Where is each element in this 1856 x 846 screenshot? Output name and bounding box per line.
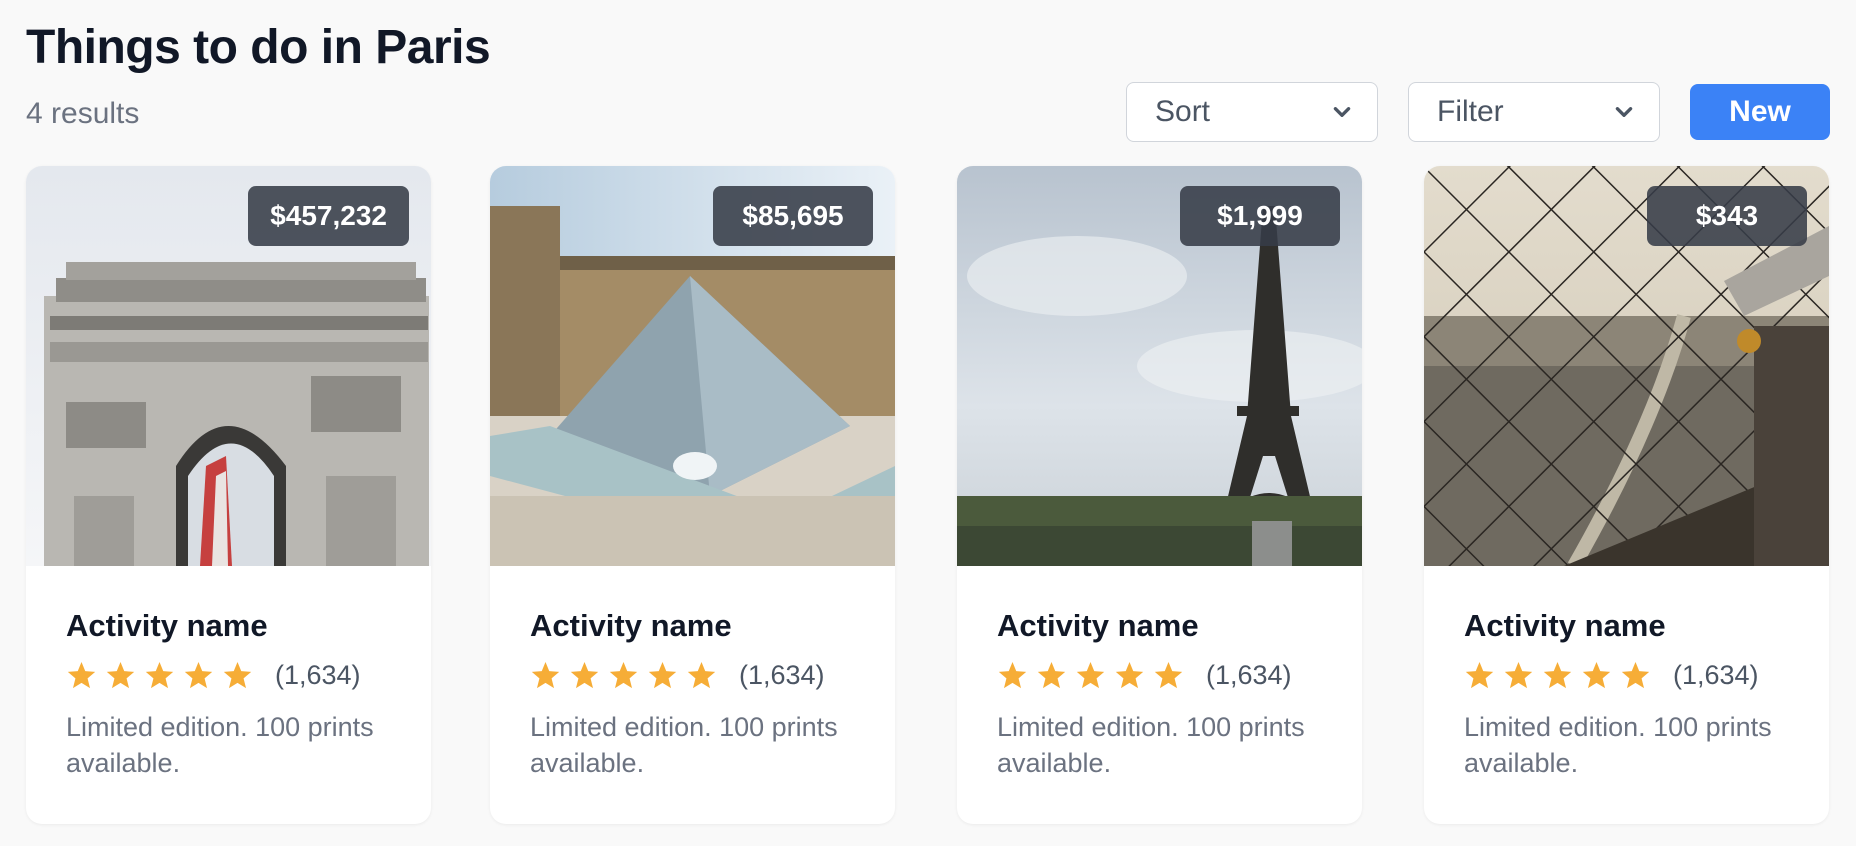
star-icon	[1115, 661, 1144, 689]
arc-de-triomphe-photo: $457,232	[26, 166, 431, 566]
new-button[interactable]: New	[1690, 84, 1830, 140]
price-badge: $1,999	[1180, 186, 1340, 246]
star-icon	[687, 661, 716, 689]
star-icon	[223, 661, 252, 689]
chevron-down-icon	[1333, 107, 1351, 117]
filter-dropdown[interactable]: Filter	[1408, 82, 1660, 142]
activity-description: Limited edition. 100 prints available.	[997, 712, 1305, 778]
rating: (1,634)	[66, 660, 393, 691]
star-icon	[67, 661, 96, 689]
star-icon	[531, 661, 560, 689]
louvre-pyramid-photo: $85,695	[490, 166, 895, 566]
page-title: Things to do in Paris	[26, 21, 491, 74]
review-count: (1,634)	[275, 660, 361, 690]
eiffel-tower-photo: $1,999	[957, 166, 1362, 566]
rating: (1,634)	[1464, 660, 1791, 691]
star-icon	[998, 661, 1027, 689]
activity-name: Activity name	[997, 608, 1199, 643]
star-icon	[1621, 661, 1650, 689]
activity-name: Activity name	[1464, 608, 1666, 643]
price-badge: $457,232	[248, 186, 409, 246]
star-icon	[1465, 661, 1494, 689]
rating: (1,634)	[997, 660, 1324, 691]
review-count: (1,634)	[739, 660, 825, 690]
sort-label: Sort	[1155, 95, 1211, 128]
activity-name: Activity name	[530, 608, 732, 643]
star-icon	[648, 661, 677, 689]
filter-label: Filter	[1437, 95, 1504, 128]
star-icon	[184, 661, 213, 689]
sort-dropdown[interactable]: Sort	[1126, 82, 1378, 142]
activity-card[interactable]: $1,999 Activity name (1,634) Limited edi…	[957, 166, 1362, 824]
star-icon	[1154, 661, 1183, 689]
result-count: 4 results	[26, 97, 140, 130]
star-icon	[1076, 661, 1105, 689]
price-badge: $85,695	[713, 186, 873, 246]
star-icon	[570, 661, 599, 689]
activity-name: Activity name	[66, 608, 268, 643]
activity-description: Limited edition. 100 prints available.	[1464, 712, 1772, 778]
activity-card[interactable]: $343 Activity name (1,634) Limited editi…	[1424, 166, 1829, 824]
chevron-down-icon	[1615, 107, 1633, 117]
activity-card[interactable]: $457,232 Activity name (1,634) Limited e…	[26, 166, 431, 824]
star-icon	[1582, 661, 1611, 689]
review-count: (1,634)	[1673, 660, 1759, 690]
star-icon	[1504, 661, 1533, 689]
star-icon	[145, 661, 174, 689]
price-badge: $343	[1647, 186, 1807, 246]
activity-description: Limited edition. 100 prints available.	[66, 712, 374, 778]
star-icon	[1543, 661, 1572, 689]
rating: (1,634)	[530, 660, 857, 691]
eiffel-tower-view-photo: $343	[1424, 166, 1829, 566]
activity-description: Limited edition. 100 prints available.	[530, 712, 838, 778]
star-icon	[1037, 661, 1066, 689]
activity-card[interactable]: $85,695 Activity name (1,634) Limited ed…	[490, 166, 895, 824]
star-icon	[106, 661, 135, 689]
star-icon	[609, 661, 638, 689]
review-count: (1,634)	[1206, 660, 1292, 690]
